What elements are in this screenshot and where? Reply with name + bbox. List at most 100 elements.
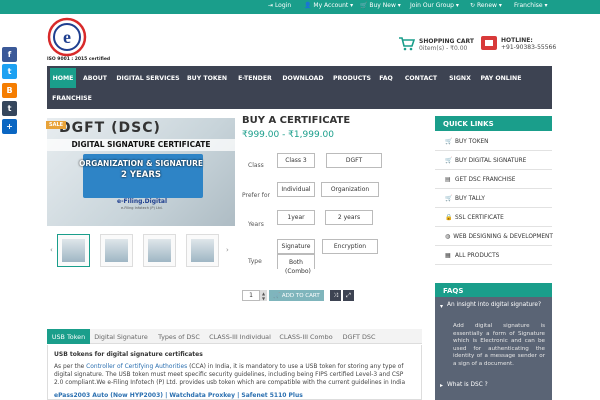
option-dgft[interactable]: DGFT — [326, 153, 382, 168]
description-heading: USB tokens for digital signature certifi… — [54, 351, 203, 358]
image-brand: e-Filing.Digital — [117, 198, 168, 205]
share-plus-icon[interactable]: + — [2, 119, 17, 134]
franchise-link[interactable]: Franchise ▾ — [514, 2, 547, 9]
refresh-icon: ↻ — [470, 2, 477, 9]
option-both[interactable]: Both — [277, 254, 315, 269]
nav-home[interactable]: HOME — [50, 68, 76, 88]
hotline-title: HOTLINE: — [501, 37, 533, 44]
nav-franchise[interactable]: FRANCHISE — [52, 88, 92, 108]
token-models[interactable]: ePass2003 Auto (Now HYP2003) | Watchdata… — [54, 392, 303, 399]
faq-question-2[interactable]: What is DSC ? — [447, 382, 488, 390]
option-signature[interactable]: Signature — [277, 239, 315, 254]
tab-digital-signature[interactable]: Digital Signature — [93, 329, 149, 344]
logo-caption: ISO 9001 : 2015 certified — [47, 57, 111, 62]
expand-icon[interactable]: ⤢ — [343, 290, 354, 301]
blogger-icon[interactable]: B — [2, 83, 17, 98]
nav-products[interactable]: PRODUCTS — [331, 68, 373, 88]
image-line-2: DIGITAL SIGNATURE CERTIFICATE — [47, 139, 235, 151]
grid-icon: ▦ — [445, 252, 451, 259]
image-brand-sub: e-Filing Infotech (P) Ltd. — [121, 206, 163, 210]
twitter-icon[interactable]: t — [2, 64, 17, 79]
renew-link[interactable]: ↻ Renew ▾ — [470, 2, 502, 9]
image-line-3: ORGANIZATION & SIGNATURE — [78, 159, 204, 168]
cart-icon: 🛒 — [445, 157, 453, 164]
sidebar-item-ssl-certificate[interactable]: 🔒 SSL CERTIFICATE — [435, 209, 552, 227]
lock-icon: 🔒 — [445, 214, 453, 221]
site-logo[interactable]: e — [47, 17, 87, 57]
option-label-type: Type — [248, 258, 262, 265]
option-label-years: Years — [248, 221, 264, 228]
thumbnail-1[interactable] — [57, 234, 90, 267]
buy-new-link[interactable]: 🛒 Buy New ▾ — [360, 2, 401, 9]
option-class-3[interactable]: Class 3 — [277, 153, 315, 168]
shopping-cart-icon[interactable] — [398, 37, 415, 51]
cart-icon: 🛒 — [360, 2, 370, 9]
image-title: DGFT (DSC) — [59, 120, 161, 136]
quick-links-title: QUICK LINKS — [435, 116, 552, 131]
quantity-stepper[interactable]: ▲ ▼ — [260, 290, 267, 301]
svg-text:e: e — [63, 27, 71, 47]
thumbnail-3[interactable] — [143, 234, 176, 267]
globe-icon: ◍ — [445, 233, 451, 240]
add-to-cart-button[interactable]: 🛒 ADD TO CART — [269, 290, 324, 301]
user-icon: 👤 — [304, 2, 314, 9]
option-organization[interactable]: Organization — [321, 182, 379, 197]
tumblr-icon[interactable]: t — [2, 101, 17, 116]
option-combo-label: (Combo) — [285, 268, 311, 275]
option-label-class: Class — [248, 162, 264, 169]
nav-faq[interactable]: FAQ — [376, 68, 396, 88]
facebook-icon[interactable]: f — [2, 47, 17, 62]
sidebar-item-buy-token[interactable]: 🛒 BUY TOKEN — [435, 133, 552, 151]
product-price: ₹999.00 - ₹1,999.00 — [242, 130, 334, 140]
option-encryption[interactable]: Encryption — [322, 239, 378, 254]
cca-link[interactable]: Controller of Certifying Authorities — [86, 364, 187, 370]
join-group-link[interactable]: Join Our Group ▾ — [410, 2, 459, 9]
image-line-4: 2 YEARS — [120, 170, 162, 180]
product-image[interactable]: DGFT (DSC) DIGITAL SIGNATURE CERTIFICATE… — [47, 118, 235, 226]
option-1-year[interactable]: 1year — [277, 210, 315, 225]
shuffle-icon[interactable]: ⤨ — [330, 290, 341, 301]
thumb-next-arrow[interactable]: › — [226, 246, 229, 254]
tab-types-of-dsc[interactable]: Types of DSC — [155, 329, 203, 344]
sidebar-item-buy-digital-signature[interactable]: 🛒 BUY DIGITAL SIGNATURE — [435, 152, 552, 170]
chevron-down-icon: ▾ — [440, 303, 444, 310]
sidebar-item-buy-tally[interactable]: 🛒 BUY TALLY — [435, 190, 552, 208]
tab-usb-token[interactable]: USB Token — [47, 329, 90, 344]
sidebar-item-web-designing[interactable]: ◍ WEB DESIGNING & DEVELOPMENT — [435, 228, 553, 246]
cart-summary[interactable]: 0item(s) - ₹0.00 — [419, 45, 467, 52]
my-account-link[interactable]: 👤 My Account ▾ — [304, 2, 353, 9]
nav-pay-online[interactable]: PAY ONLINE — [479, 68, 523, 88]
faq-question-1[interactable]: An insight into digital signature? — [447, 302, 547, 310]
description-paragraph: As per the Controller of Certifying Auth… — [54, 364, 406, 386]
nav-signx[interactable]: SIGNX — [446, 68, 474, 88]
sidebar-item-get-dsc-franchise[interactable]: ▤ GET DSC FRANCHISE — [435, 171, 552, 189]
nav-buy-token[interactable]: BUY TOKEN — [185, 68, 229, 88]
phone-icon — [481, 36, 497, 50]
login-link[interactable]: ⇥ Login — [268, 2, 291, 9]
tab-dgft-dsc[interactable]: DGFT DSC — [340, 329, 378, 344]
thumb-prev-arrow[interactable]: ‹ — [50, 246, 53, 254]
cart-icon: 🛒 — [273, 292, 282, 299]
sale-badge: SALE — [46, 121, 67, 129]
nav-digital-services[interactable]: DIGITAL SERVICES — [115, 68, 181, 88]
tab-class-iii-combo[interactable]: CLASS-III Combo — [277, 329, 335, 344]
sidebar-item-all-products[interactable]: ▦ ALL PRODUCTS — [435, 247, 552, 265]
tab-class-iii-individual[interactable]: CLASS-III Individual — [208, 329, 272, 344]
cart-title[interactable]: SHOPPING CART — [419, 38, 474, 45]
option-2-years[interactable]: 2 years — [325, 210, 373, 225]
faqs-title: FAQS — [435, 283, 552, 298]
main-nav: HOME ABOUT DIGITAL SERVICES BUY TOKEN E-… — [47, 66, 552, 109]
cart-icon: 🛒 — [445, 138, 453, 145]
store-icon: ▤ — [445, 176, 451, 183]
hotline-number[interactable]: +91-90383-55566 — [501, 44, 556, 51]
nav-download[interactable]: DOWNLOAD — [279, 68, 327, 88]
nav-about[interactable]: ABOUT — [80, 68, 110, 88]
product-title: BUY A CERTIFICATE — [242, 115, 351, 126]
faq-answer-1: Add digital signature is essentially a f… — [453, 323, 545, 367]
thumbnail-4[interactable] — [186, 234, 219, 267]
option-individual[interactable]: Individual — [277, 182, 315, 197]
thumbnail-2[interactable] — [100, 234, 133, 267]
nav-contact[interactable]: CONTACT — [403, 68, 439, 88]
quantity-input[interactable]: 1 — [242, 290, 260, 301]
nav-e-tender[interactable]: E-TENDER — [234, 68, 276, 88]
